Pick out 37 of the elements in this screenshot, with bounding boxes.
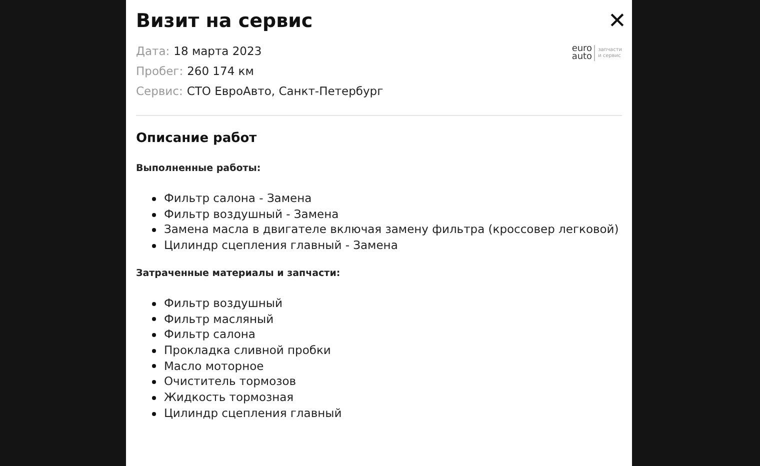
detail-value: СТО ЕвроАвто, Санкт-Петербург [186,84,384,98]
detail-label: Пробег: [136,64,184,78]
close-button[interactable]: ✕ [608,10,626,32]
bullet-icon [152,412,156,416]
logo-text: auto [572,53,592,61]
detail-label: Сервис: [136,84,183,98]
list-item: Цилиндр сцепления главный - Замена [164,238,398,254]
detail-label: Дата: [136,44,170,58]
bullet-icon [152,364,156,368]
detail-value: 260 174 км [187,64,254,78]
list-item: Масло моторное [164,358,264,374]
bullet-icon [152,380,156,384]
bullet-icon [152,212,156,217]
detail-value: 18 марта 2023 [174,44,262,58]
list-item: Фильтр воздушный [164,296,282,312]
bullet-icon [152,348,156,353]
list-item: Жидкость тормозная [164,390,294,406]
list-item: Очиститель тормозов [164,374,296,390]
bullet-icon [152,302,156,306]
group-heading: Затраченные материалы и запчасти: [136,268,342,279]
logo-text: euro [572,45,592,53]
bullet-icon [152,396,156,400]
section-title: Описание работ [136,131,258,146]
bullet-icon [152,244,156,248]
list-item: Замена масла в двигателе включая замену фильтра (кроссовер легковой) [164,222,619,238]
list-item: Фильтр масляный [164,312,274,328]
list-item: Фильтр салона [164,327,256,343]
list-item: Фильтр салона - Замена [164,191,312,207]
group-heading: Выполненные работы: [136,163,262,174]
list-item: Цилиндр сцепления главный [164,406,342,422]
bullet-icon [152,228,156,232]
bullet-icon [152,333,156,338]
bullet-icon [152,317,156,322]
list-item: Прокладка сливной пробки [164,342,331,359]
list-item: Фильтр воздушный - Замена [164,206,339,222]
dialog-title: Визит на сервис [136,10,313,32]
bullet-icon [152,196,156,201]
